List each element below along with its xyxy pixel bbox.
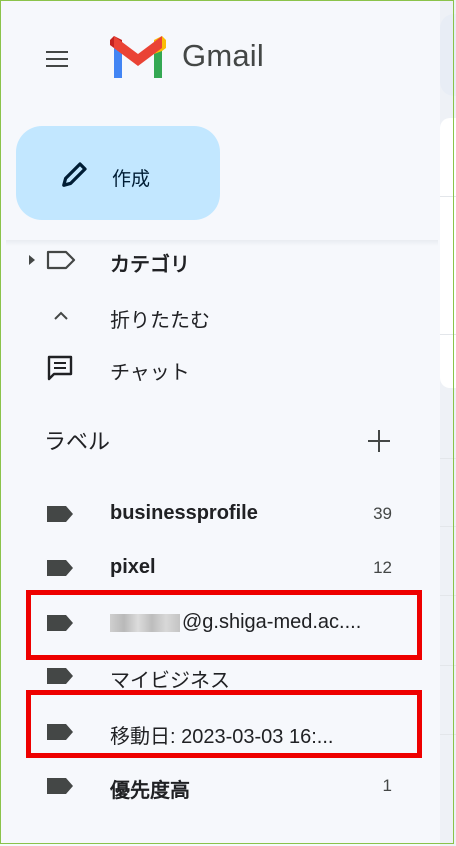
divider bbox=[440, 196, 456, 197]
nav-label-chat: チャット bbox=[110, 362, 190, 384]
label-name: businessprofile bbox=[110, 502, 258, 524]
label-item[interactable]: businessprofile 39 bbox=[26, 490, 436, 538]
nav-item-collapse[interactable]: 折りたたむ bbox=[6, 292, 426, 340]
labels-section-title: ラベル bbox=[44, 429, 111, 454]
redaction-blur bbox=[110, 613, 180, 632]
compose-label: 作成 bbox=[112, 169, 151, 190]
label-icon bbox=[47, 615, 73, 631]
divider bbox=[440, 526, 456, 527]
label-item[interactable]: マイビジネス bbox=[26, 652, 436, 700]
app-title: Gmail bbox=[182, 38, 264, 73]
label-item[interactable]: 移動日: 2023-03-03 16:... bbox=[26, 708, 436, 756]
label-item[interactable]: pixel 12 bbox=[26, 544, 436, 592]
divider bbox=[440, 665, 456, 666]
label-item[interactable]: @g.shiga-med.ac.... bbox=[26, 599, 436, 647]
divider bbox=[440, 734, 456, 735]
label-name: 優先度高 bbox=[110, 780, 190, 802]
label-name: マイビジネス bbox=[110, 670, 230, 692]
unread-count: 1 bbox=[382, 776, 392, 795]
label-name-redacted: @g.shiga-med.ac.... bbox=[110, 611, 400, 634]
nav-item-chat[interactable]: チャット bbox=[6, 344, 426, 392]
unread-count: 12 bbox=[373, 558, 392, 577]
chevron-up-icon bbox=[54, 311, 68, 320]
search-bar-edge[interactable] bbox=[440, 14, 456, 96]
label-name: @g.shiga-med.ac.... bbox=[182, 611, 362, 633]
label-icon bbox=[47, 560, 73, 576]
menu-icon[interactable] bbox=[42, 44, 72, 74]
chat-icon bbox=[47, 355, 73, 381]
gmail-logo-icon bbox=[110, 36, 166, 78]
divider bbox=[440, 334, 456, 335]
message-list-edge bbox=[440, 118, 456, 388]
nav-item-categories[interactable]: カテゴリ bbox=[6, 236, 426, 284]
unread-count: 39 bbox=[373, 504, 392, 523]
plus-icon[interactable] bbox=[366, 428, 392, 454]
nav-label-collapse: 折りたたむ bbox=[110, 310, 210, 332]
label-icon bbox=[47, 724, 73, 740]
label-icon bbox=[47, 778, 73, 794]
label-icon bbox=[47, 506, 73, 522]
nav-label-categories: カテゴリ bbox=[110, 254, 190, 276]
label-outline-icon bbox=[46, 250, 76, 270]
label-name: 移動日: 2023-03-03 16:... bbox=[110, 726, 334, 748]
divider bbox=[440, 458, 456, 459]
label-icon bbox=[47, 668, 73, 684]
label-name: pixel bbox=[110, 556, 156, 578]
caret-right-icon[interactable] bbox=[28, 254, 36, 266]
divider bbox=[440, 595, 456, 596]
pencil-icon bbox=[62, 162, 87, 187]
label-item[interactable]: 優先度高 1 bbox=[26, 762, 436, 810]
